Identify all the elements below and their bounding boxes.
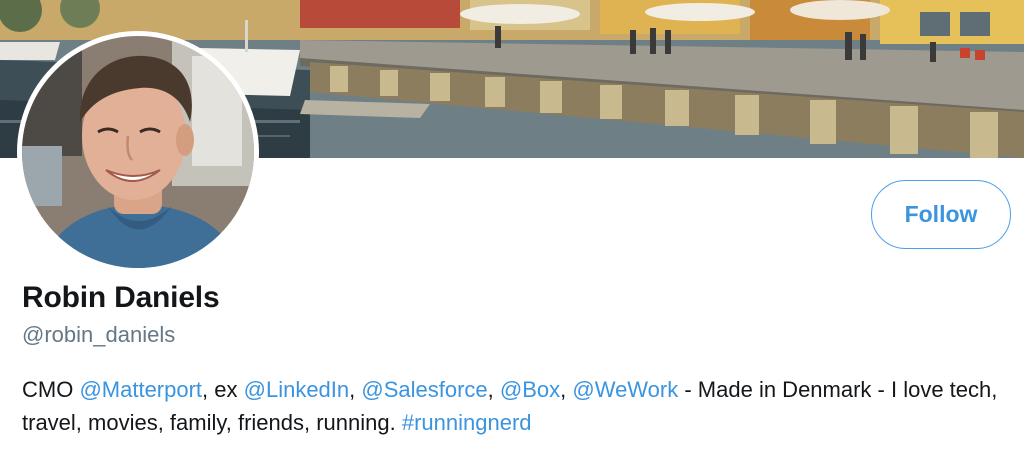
bio-text: , ex xyxy=(202,377,244,402)
follow-button[interactable]: Follow xyxy=(871,180,1011,249)
mention-link-wework[interactable]: @WeWork xyxy=(572,377,678,402)
hashtag-link[interactable]: #runningnerd xyxy=(402,410,532,435)
bio-text: , xyxy=(487,377,500,402)
handle[interactable]: @robin_daniels xyxy=(22,322,175,348)
bio: CMO @Matterport, ex @LinkedIn, @Salesfor… xyxy=(22,373,1012,439)
mention-link-linkedin[interactable]: @LinkedIn xyxy=(244,377,350,402)
bio-text: CMO xyxy=(22,377,80,402)
bio-text: , xyxy=(560,377,573,402)
profile-photo xyxy=(22,36,254,268)
mention-link-matterport[interactable]: @Matterport xyxy=(79,377,202,402)
bio-text: , xyxy=(349,377,362,402)
mention-link-box[interactable]: @Box xyxy=(500,377,560,402)
profile-header: Follow Robin Daniels @robin_daniels CMO … xyxy=(0,0,1024,455)
avatar[interactable] xyxy=(17,31,259,273)
mention-link-salesforce[interactable]: @Salesforce xyxy=(361,377,487,402)
display-name: Robin Daniels xyxy=(22,281,220,314)
